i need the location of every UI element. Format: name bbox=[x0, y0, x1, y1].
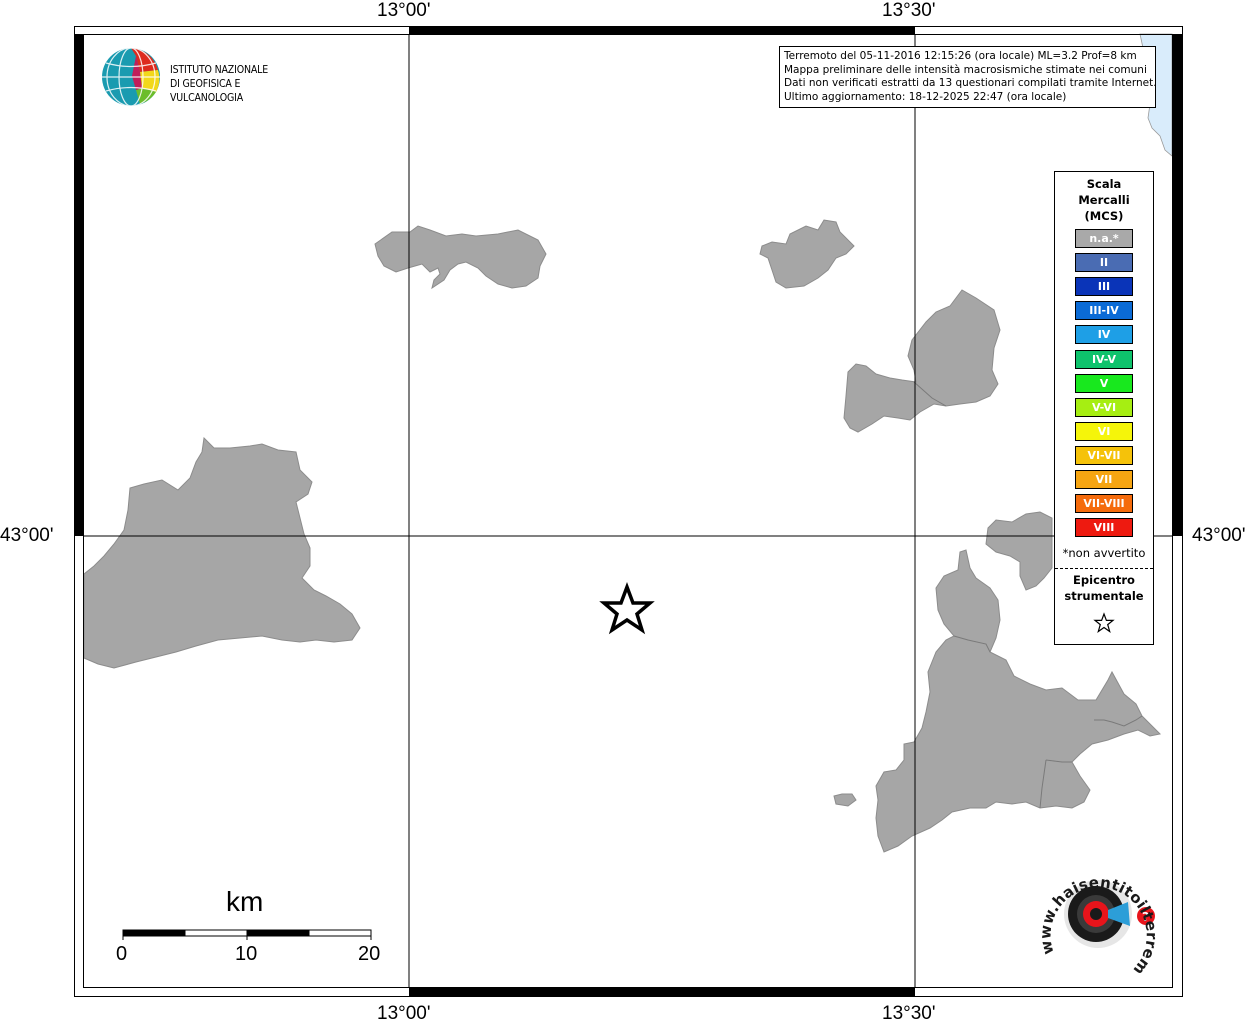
mcs-legend: Scala Mercalli (MCS) n.a.* II III III-IV IV I… bbox=[1054, 171, 1154, 645]
legend-swatch: VIII bbox=[1075, 518, 1133, 538]
lon-label-bottom-right: 13°30' bbox=[882, 1003, 936, 1024]
scale-label-20: 20 bbox=[358, 943, 381, 965]
lat-label-right: 43°00' bbox=[1192, 525, 1246, 546]
lon-label-top-left: 13°00' bbox=[377, 0, 431, 21]
ingv-globe-icon bbox=[102, 47, 160, 107]
scale-label-10: 10 bbox=[235, 943, 258, 965]
lon-label-bottom-left: 13°00' bbox=[377, 1003, 431, 1024]
comune-polygon bbox=[374, 225, 547, 290]
legend-title-line3: (MCS) bbox=[1084, 209, 1124, 223]
legend-swatch: VII bbox=[1075, 470, 1133, 489]
scale-label-0: 0 bbox=[116, 943, 128, 965]
legend-swatch: III bbox=[1075, 277, 1133, 297]
legend-swatch: IV bbox=[1075, 325, 1133, 345]
comune-polygon bbox=[843, 289, 1001, 433]
ingv-logo: ISTITUTO NAZIONALE DI GEOFISICA E VULCAN… bbox=[100, 46, 320, 110]
legend-star-icon bbox=[1093, 612, 1115, 633]
legend-note: *non avvertito bbox=[1062, 546, 1146, 560]
comune-polygon bbox=[833, 793, 857, 807]
comune-polygon bbox=[83, 436, 361, 669]
legend-swatch: V bbox=[1075, 373, 1133, 393]
legend-swatch: V-VI bbox=[1075, 397, 1133, 417]
lat-label-left: 43°00' bbox=[0, 525, 54, 546]
legend-title-line2: Mercalli bbox=[1078, 193, 1130, 207]
legend-epicenter-line1: Epicentro bbox=[1073, 573, 1135, 587]
scale-unit-label: km bbox=[226, 886, 264, 917]
ingv-name-line2: DI GEOFISICA E VULCANOLOGIA bbox=[170, 78, 243, 104]
legend-swatch: n.a.* bbox=[1075, 229, 1133, 248]
legend-swatch: VI bbox=[1075, 421, 1133, 441]
comune-polygon bbox=[759, 219, 855, 289]
earthquake-info-box: Terremoto del 05-11-2016 12:15:26 (ora l… bbox=[779, 46, 1156, 108]
legend-epicenter-line2: strumentale bbox=[1064, 589, 1144, 603]
lon-label-top-right: 13°30' bbox=[882, 0, 936, 21]
legend-swatch: IV-V bbox=[1075, 349, 1133, 369]
hsit-logo-icon: ? www.haisentitoilterremoto.it bbox=[1034, 858, 1160, 979]
ingv-name-line1: ISTITUTO NAZIONALE bbox=[170, 64, 269, 76]
scale-bar bbox=[122, 929, 372, 940]
legend-separator bbox=[1055, 568, 1153, 569]
legend-swatch: III-IV bbox=[1075, 301, 1133, 321]
legend-title-line1: Scala bbox=[1086, 177, 1122, 191]
info-line-4: Ultimo aggiornamento: 18-12-2025 22:47 (… bbox=[784, 90, 1067, 103]
legend-swatch: VI-VII bbox=[1075, 445, 1133, 465]
comune-polygon bbox=[985, 511, 1053, 591]
legend-swatch: II bbox=[1075, 253, 1133, 273]
epicenter-star bbox=[599, 582, 655, 635]
hsit-logo: ? www.haisentitoilterremoto.it bbox=[1034, 858, 1164, 982]
legend-swatch: VII-VIII bbox=[1075, 494, 1133, 514]
